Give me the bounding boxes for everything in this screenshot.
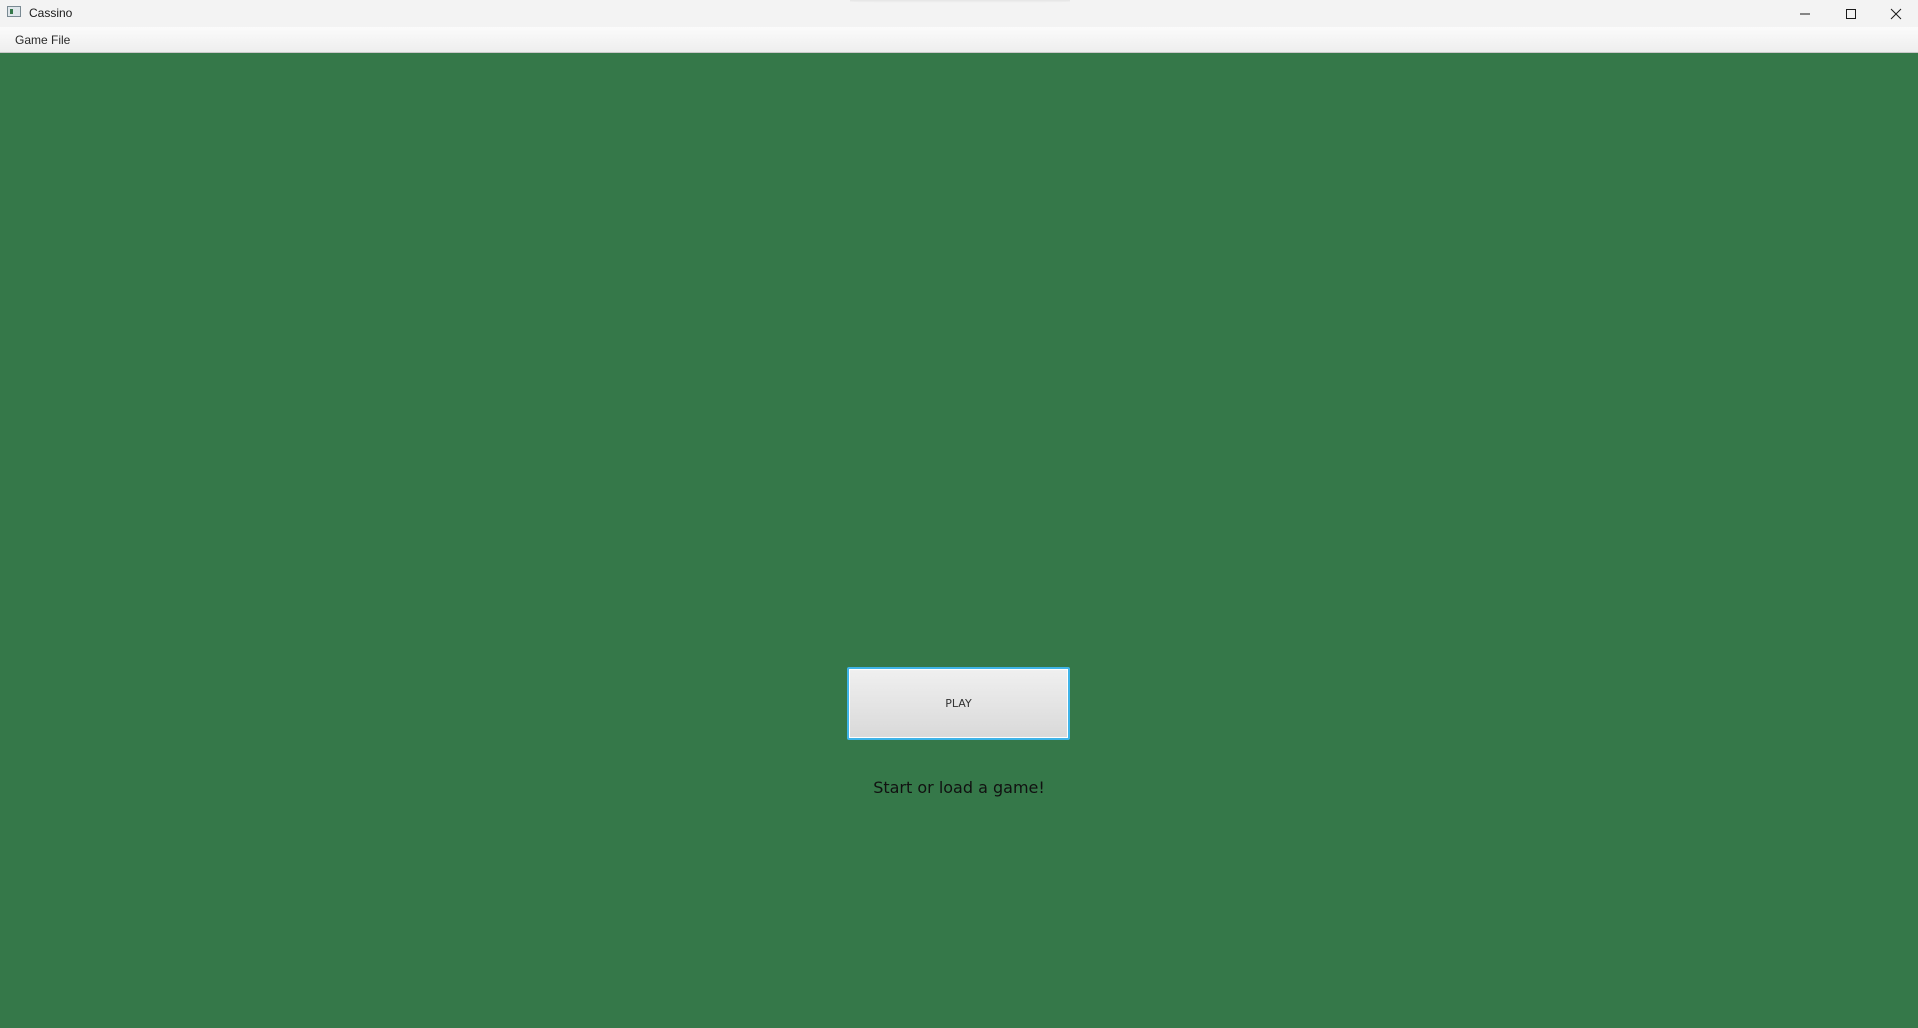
menu-bar: Game File (0, 27, 1918, 53)
app-window: Cassino Game File PLAY Start or load a g… (0, 0, 1918, 1028)
title-bar[interactable]: Cassino (0, 0, 1918, 27)
menu-game-file[interactable]: Game File (8, 31, 77, 50)
window-title: Cassino (29, 6, 73, 20)
title-bar-shadow (850, 0, 1070, 3)
status-message: Start or load a game! (873, 778, 1045, 797)
minimize-button[interactable] (1782, 0, 1828, 27)
app-icon (7, 6, 21, 17)
play-button[interactable]: PLAY (847, 667, 1070, 740)
minimize-icon (1800, 13, 1810, 14)
close-icon (1890, 8, 1902, 19)
maximize-button[interactable] (1828, 0, 1874, 27)
maximize-icon (1846, 8, 1856, 19)
close-button[interactable] (1873, 0, 1918, 27)
